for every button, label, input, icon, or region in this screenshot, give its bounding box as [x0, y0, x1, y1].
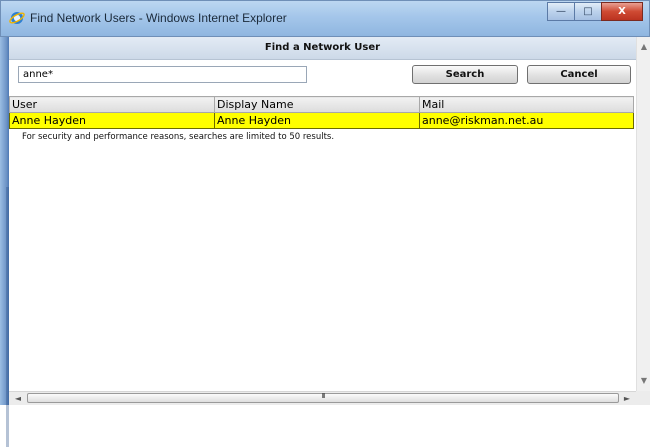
horizontal-scroll-thumb[interactable]: III: [27, 392, 619, 403]
maximize-button[interactable]: □: [574, 2, 602, 21]
minimize-button[interactable]: —: [547, 2, 575, 21]
column-header-display-name[interactable]: Display Name: [214, 96, 420, 113]
dialog-header: Find a Network User: [9, 37, 636, 60]
cell-user[interactable]: Anne Hayden: [9, 112, 215, 129]
scroll-grip-icon: III: [321, 392, 325, 400]
window-title: Find Network Users - Windows Internet Ex…: [30, 11, 287, 25]
window-title-bar: Find Network Users - Windows Internet Ex…: [0, 0, 650, 37]
ie-icon: [9, 12, 25, 24]
page-content: Find a Network User Search Cancel User D…: [9, 37, 636, 391]
minimize-icon: —: [556, 6, 566, 17]
results-limit-note: For security and performance reasons, se…: [22, 132, 335, 142]
column-header-user[interactable]: User: [9, 96, 215, 113]
window-controls: — □ X: [547, 2, 643, 21]
dialog-title: Find a Network User: [264, 42, 381, 53]
horizontal-scrollbar[interactable]: ◄ III ►: [9, 391, 636, 405]
scroll-left-icon[interactable]: ◄: [11, 392, 25, 405]
scrollbar-corner: [636, 391, 650, 405]
results-table: User Display Name Mail Anne Hayden Anne …: [9, 96, 634, 129]
search-button[interactable]: Search: [412, 65, 518, 84]
table-row[interactable]: Anne Hayden Anne Hayden anne@riskman.net…: [9, 112, 634, 129]
cancel-button[interactable]: Cancel: [527, 65, 631, 84]
scroll-right-icon[interactable]: ►: [620, 392, 634, 405]
cell-display-name[interactable]: Anne Hayden: [214, 112, 420, 129]
table-header-row: User Display Name Mail: [9, 96, 634, 113]
close-button[interactable]: X: [601, 2, 643, 21]
cell-mail[interactable]: anne@riskman.net.au: [419, 112, 634, 129]
maximize-icon: □: [583, 6, 593, 17]
scroll-up-icon[interactable]: ▲: [637, 40, 650, 54]
column-header-mail[interactable]: Mail: [419, 96, 634, 113]
close-icon: X: [618, 6, 626, 17]
window-left-frame: [0, 37, 9, 447]
scroll-down-icon[interactable]: ▼: [637, 374, 650, 388]
vertical-scrollbar[interactable]: ▲ ▼: [636, 37, 650, 391]
search-input[interactable]: [18, 66, 307, 83]
